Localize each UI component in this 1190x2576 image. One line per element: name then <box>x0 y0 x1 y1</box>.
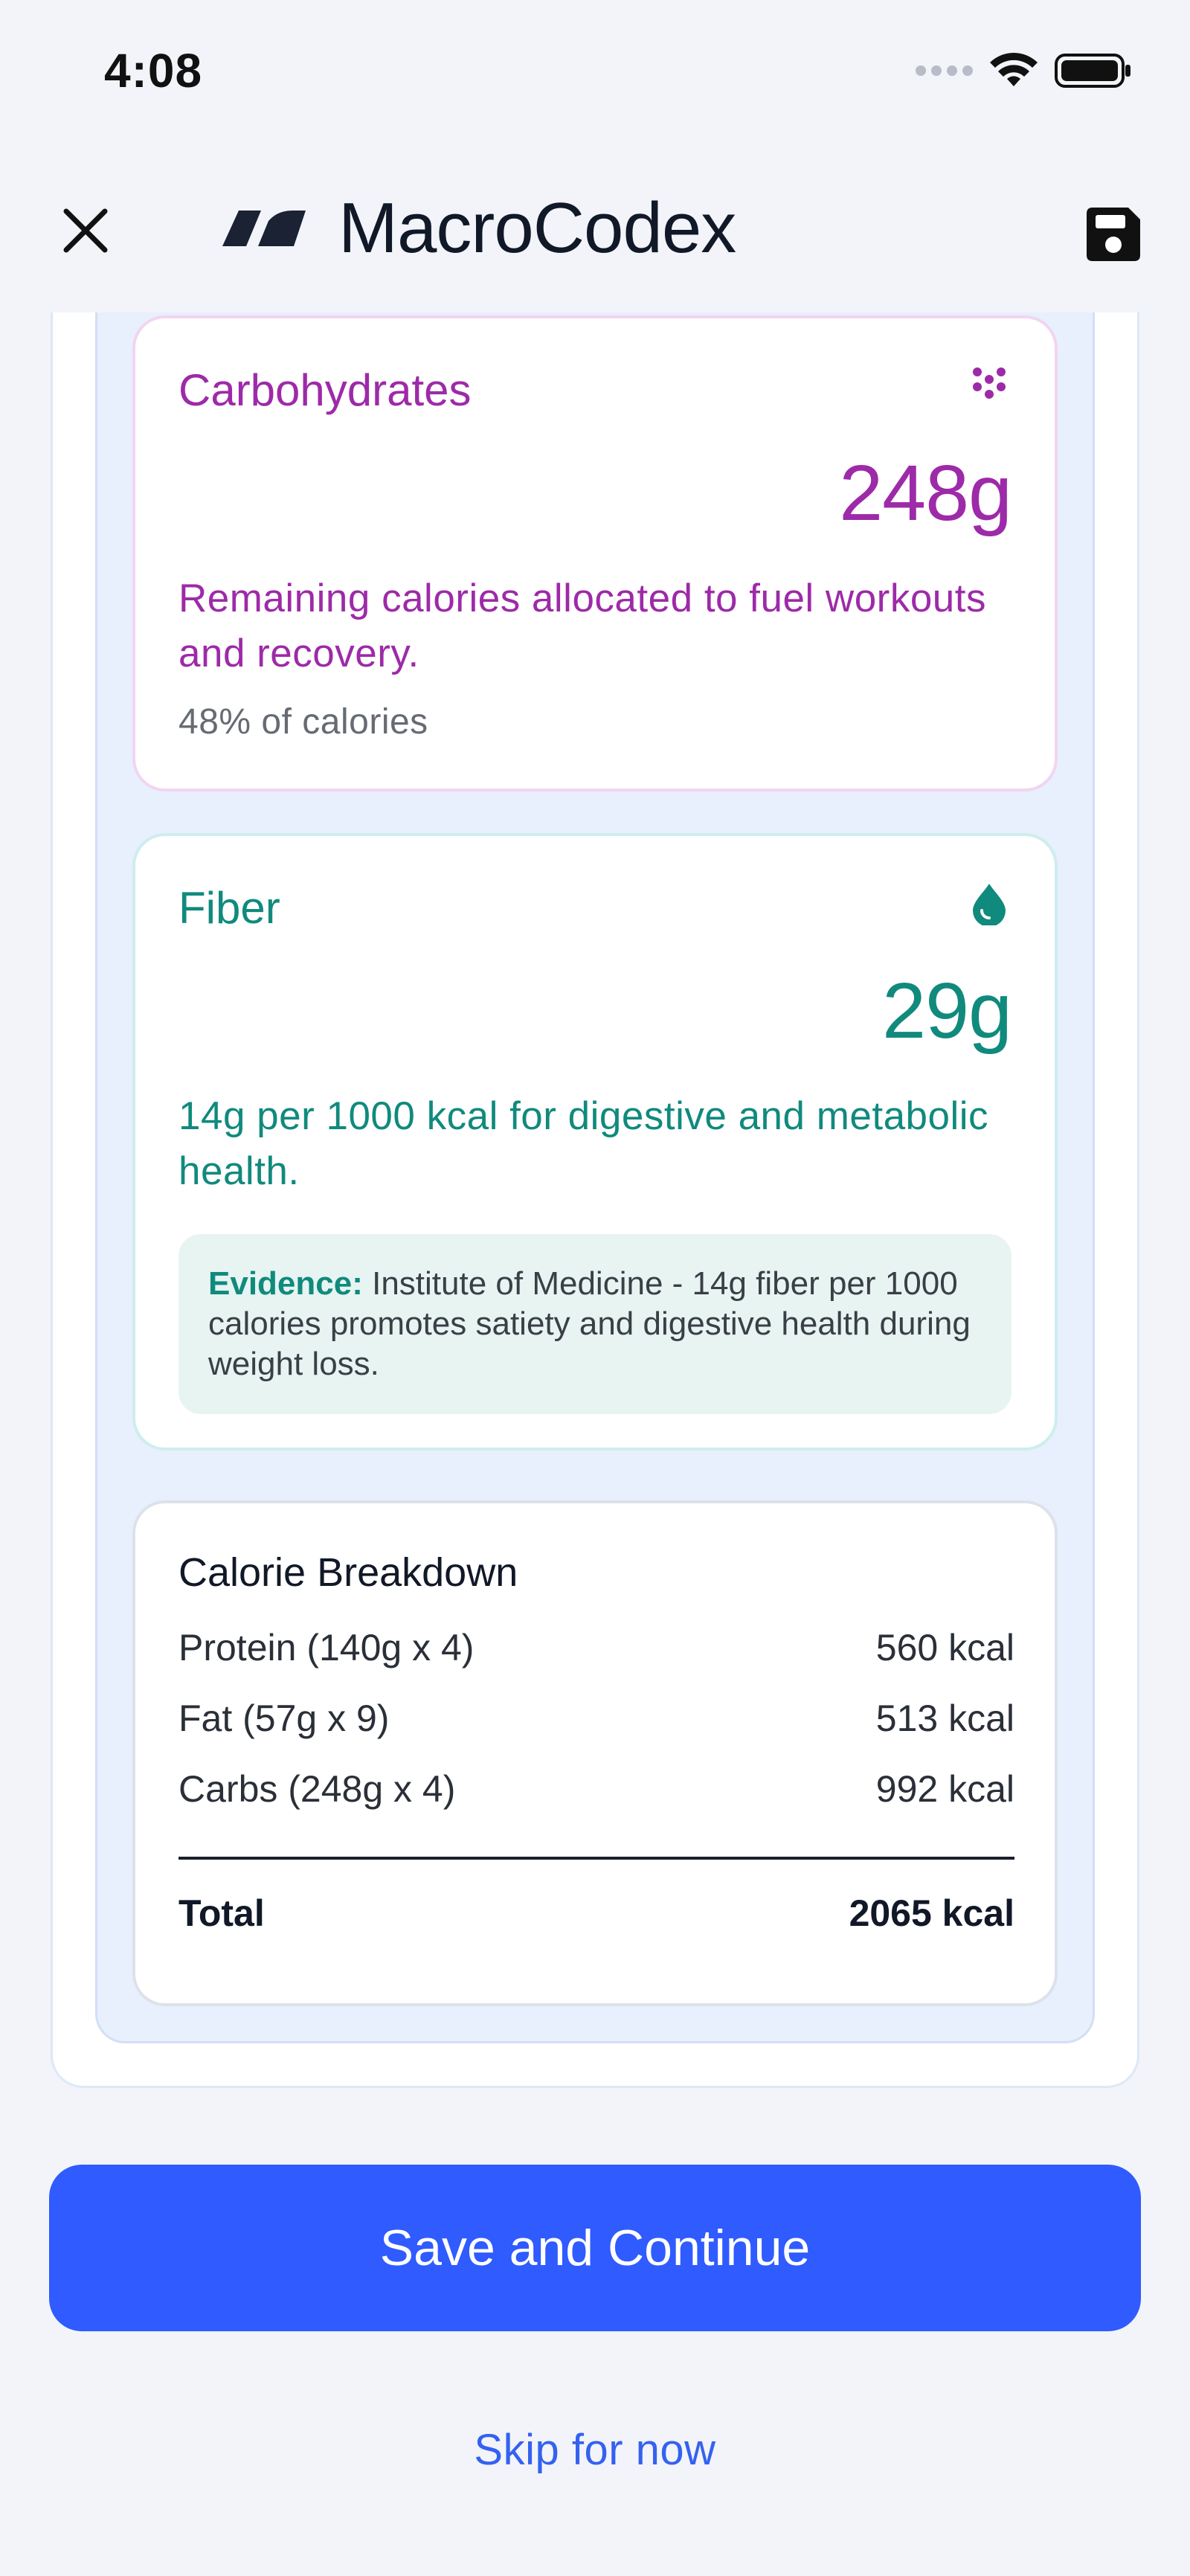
save-and-continue-button[interactable]: Save and Continue <box>49 2165 1141 2331</box>
screen: 4:08 MacroCodex Carbohydrates 248g Remai… <box>0 0 1190 2576</box>
breakdown-row-label: Protein (140g x 4) <box>178 1627 475 1668</box>
floppy-disk-icon <box>1087 208 1140 261</box>
brand: MacroCodex <box>219 187 736 269</box>
carbohydrates-label: Carbohydrates <box>178 365 472 415</box>
battery-icon <box>1055 54 1130 88</box>
skip-for-now-link[interactable]: Skip for now <box>0 2425 1190 2475</box>
breakdown-row: Protein (140g x 4) 560 kcal <box>178 1626 1014 1678</box>
app-title: MacroCodex <box>338 188 736 268</box>
breakdown-total-value: 2065 kcal <box>849 1892 1014 1934</box>
close-icon <box>63 208 108 253</box>
breakdown-row-label: Carbs (248g x 4) <box>178 1768 456 1810</box>
close-button[interactable] <box>52 197 119 264</box>
fiber-description: 14g per 1000 kcal for digestive and meta… <box>178 1094 989 1193</box>
wifi-icon <box>990 53 1038 86</box>
breakdown-total-label: Total <box>178 1892 265 1934</box>
evidence-label: Evidence: <box>208 1265 363 1302</box>
dots-grid-icon <box>973 367 1006 399</box>
breakdown-row: Carbs (248g x 4) 992 kcal <box>178 1767 1014 1819</box>
calorie-breakdown-card: Calorie Breakdown Protein (140g x 4) 560… <box>132 1500 1058 2006</box>
carbohydrates-description: Remaining calories allocated to fuel wor… <box>178 576 986 675</box>
breakdown-row-value: 992 kcal <box>875 1768 1014 1810</box>
breakdown-divider <box>178 1857 1014 1860</box>
fiber-value: 29g <box>882 967 1012 1055</box>
cellular-signal-icon <box>916 65 973 76</box>
breakdown-title: Calorie Breakdown <box>178 1550 518 1595</box>
carbohydrates-value: 248g <box>839 449 1012 537</box>
status-time: 4:08 <box>104 44 203 97</box>
breakdown-total-row: Total 2065 kcal <box>178 1892 1014 1944</box>
fiber-card: Fiber 29g 14g per 1000 kcal for digestiv… <box>132 833 1058 1451</box>
save-icon-button[interactable] <box>1080 201 1147 268</box>
app-header: MacroCodex <box>0 171 1190 290</box>
breakdown-row-value: 560 kcal <box>875 1627 1014 1668</box>
breakdown-row-label: Fat (57g x 9) <box>178 1697 390 1739</box>
status-icons <box>916 52 1132 89</box>
breakdown-row: Fat (57g x 9) 513 kcal <box>178 1697 1014 1749</box>
status-bar: 4:08 <box>0 0 1190 149</box>
breakdown-row-value: 513 kcal <box>875 1697 1014 1739</box>
carbohydrates-card: Carbohydrates 248g Remaining calories al… <box>132 315 1058 791</box>
logo-icon <box>222 211 306 246</box>
fiber-label: Fiber <box>178 883 280 933</box>
evidence-box: Evidence: Institute of Medicine - 14g fi… <box>178 1234 1012 1414</box>
macro-results-section: Carbohydrates 248g Remaining calories al… <box>0 312 1190 2127</box>
droplet-icon <box>973 884 1006 925</box>
carbohydrates-percent: 48% of calories <box>178 702 428 742</box>
